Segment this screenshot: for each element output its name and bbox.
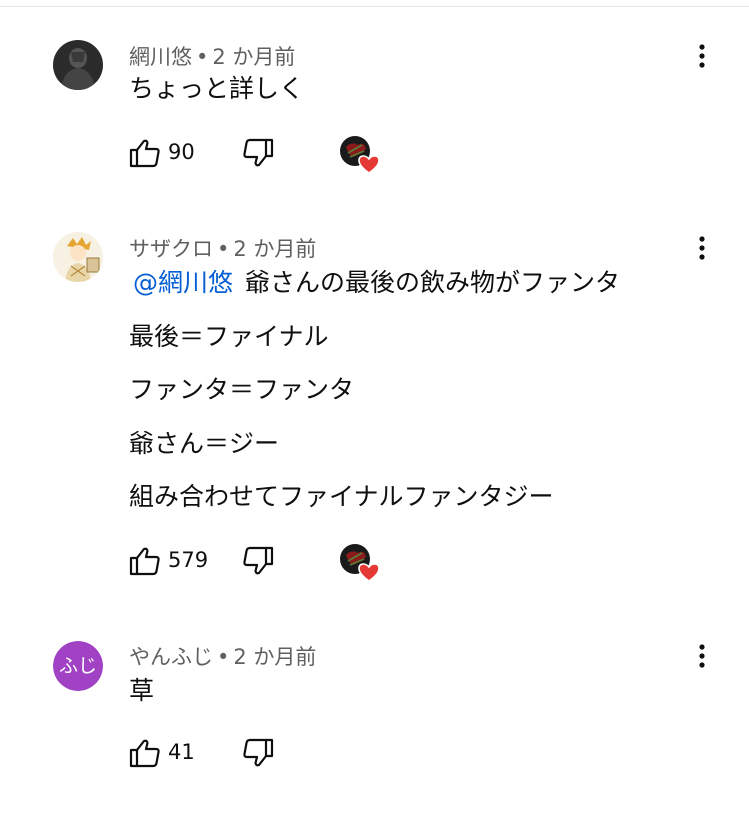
avatar-illustration-icon <box>53 232 103 282</box>
mention-link[interactable]: @網川悠 <box>133 268 233 297</box>
comment-text: 爺さんの最後の飲み物がファンタ <box>245 268 621 297</box>
comment-text: ファンタ＝ファンタ <box>129 375 355 404</box>
comment-actions: 90 <box>129 136 409 174</box>
comment-meta: サザクロ • 2 か月前 <box>129 233 316 263</box>
comment-meta: やんふじ • 2 か月前 <box>129 641 316 671</box>
comment-time[interactable]: 2 か月前 <box>212 45 295 69</box>
author-name[interactable]: やんふじ <box>129 645 213 669</box>
author-name[interactable]: 網川悠 <box>129 45 192 69</box>
meta-separator: • <box>196 45 209 69</box>
comment-text: 最後＝ファイナル <box>129 322 329 351</box>
thumbs-up-icon[interactable] <box>129 737 163 769</box>
thumbs-up-icon[interactable] <box>129 137 163 169</box>
comment-time[interactable]: 2 か月前 <box>233 237 316 261</box>
more-vert-icon[interactable] <box>690 42 714 72</box>
avatar-initials: ふじ <box>53 641 103 691</box>
meta-separator: • <box>217 645 230 669</box>
avatar[interactable] <box>53 40 103 90</box>
comment-text-first-line: @網川悠 爺さんの最後の飲み物がファンタ <box>129 268 620 298</box>
comment-actions: 579 <box>129 544 409 582</box>
comment-text: 組み合わせてファイナルファンタジー <box>129 482 554 511</box>
comment-text: ちょっと詳しく <box>129 74 305 103</box>
like-count: 579 <box>168 548 209 572</box>
comment-actions: 41 <box>129 737 409 769</box>
like-count: 90 <box>168 140 195 164</box>
author-name[interactable]: サザクロ <box>129 237 213 261</box>
like-count: 41 <box>168 740 195 764</box>
more-vert-icon[interactable] <box>690 234 714 264</box>
meta-separator: • <box>217 237 230 261</box>
thumbs-down-icon[interactable] <box>240 737 274 769</box>
comment-meta: 網川悠 • 2 か月前 <box>129 41 295 71</box>
avatar-photo-icon <box>53 40 103 90</box>
thumbs-down-icon[interactable] <box>240 137 274 169</box>
comment-text: 草 <box>129 676 155 705</box>
avatar[interactable] <box>53 232 103 282</box>
more-vert-icon[interactable] <box>690 642 714 672</box>
thumbs-down-icon[interactable] <box>240 545 274 577</box>
creator-heart-icon <box>338 543 380 583</box>
avatar[interactable]: ふじ <box>53 641 103 691</box>
comment-time[interactable]: 2 か月前 <box>233 645 316 669</box>
top-divider <box>0 6 749 7</box>
comment-text: 爺さん＝ジー <box>129 429 280 458</box>
creator-heart-icon <box>338 135 380 175</box>
thumbs-up-icon[interactable] <box>129 545 163 577</box>
